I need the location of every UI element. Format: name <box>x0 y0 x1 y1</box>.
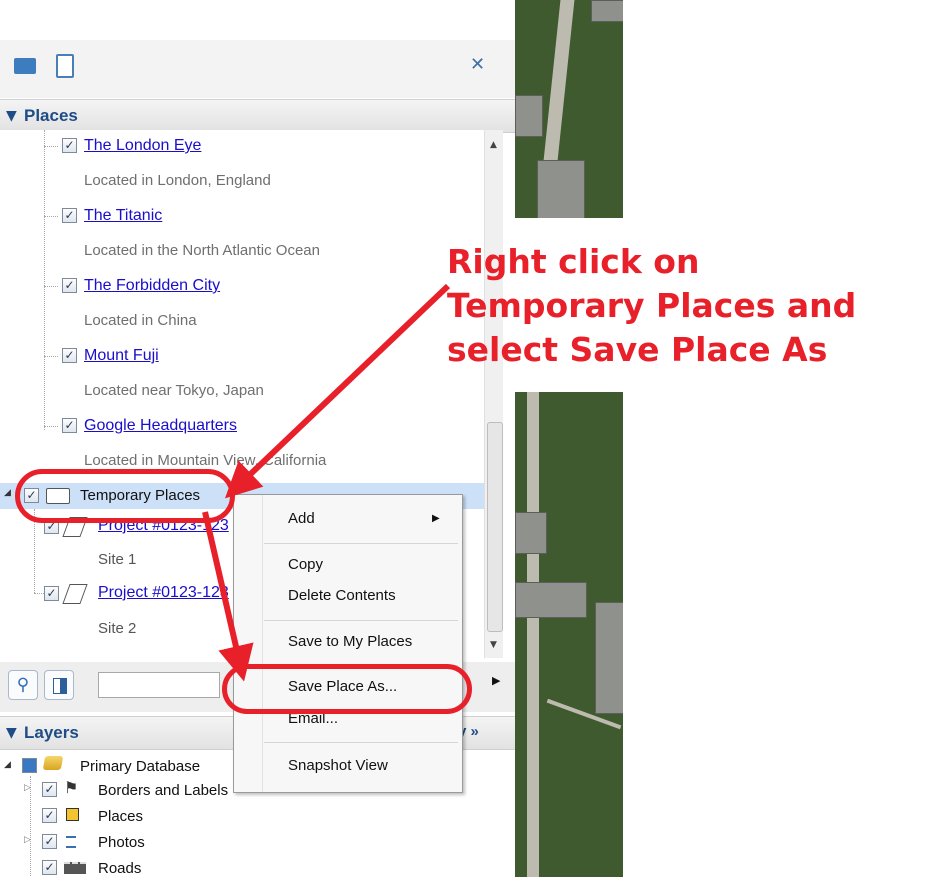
annotation-line: Right click on <box>447 242 700 281</box>
arrow-to-save-place-as <box>202 511 254 682</box>
annotation-line: select Save Place As <box>447 330 828 369</box>
annotation-line: Temporary Places and <box>447 286 857 325</box>
annotation-arrows <box>202 283 451 682</box>
arrow-to-temporary-places <box>224 283 451 499</box>
annotation-text: Right click on Temporary Places and sele… <box>447 240 856 372</box>
